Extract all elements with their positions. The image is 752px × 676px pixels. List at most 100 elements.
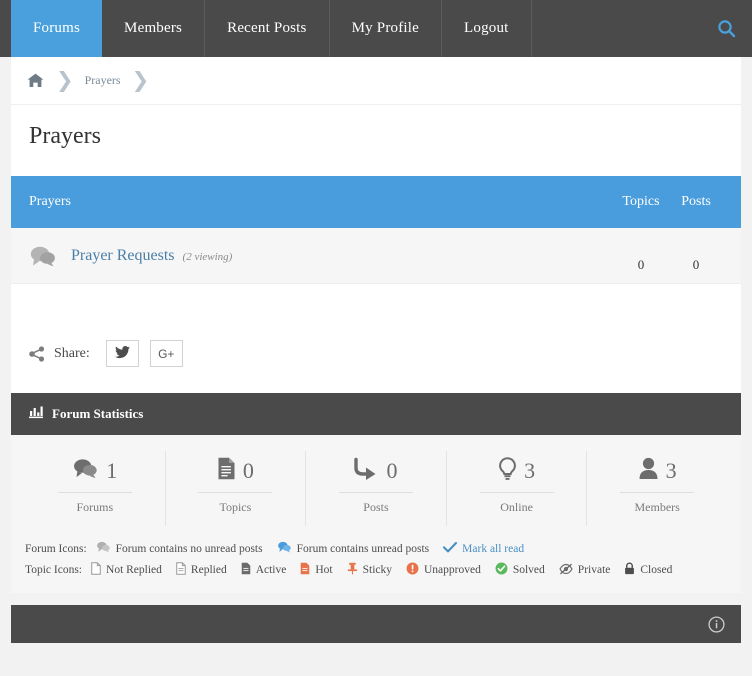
page-footer (11, 605, 741, 643)
forum-statistics-body: 1 Forums 0 Topics 0 Posts 3 Online 3 Mem… (11, 435, 741, 534)
forum-link-prayer-requests[interactable]: Prayer Requests (71, 247, 175, 265)
forum-page: Forums Members Recent Posts My Profile L… (0, 0, 752, 676)
main-navigation: Forums Members Recent Posts My Profile L… (0, 0, 752, 57)
legend-closed: Closed (624, 562, 672, 578)
table-row[interactable]: Prayer Requests (2 viewing) 0 0 (11, 228, 741, 284)
stat-posts-value: 0 (386, 458, 398, 483)
search-button[interactable] (700, 0, 752, 57)
legend-hot: Hot (300, 562, 333, 578)
google-plus-share-button[interactable]: G+ (149, 340, 183, 367)
nav-item-logout[interactable]: Logout (442, 0, 532, 57)
breadcrumb-separator-icon: ❯ (56, 69, 74, 92)
stat-posts: 0 Posts (306, 451, 447, 526)
private-icon (559, 563, 573, 578)
active-icon (241, 562, 251, 578)
stat-topics-value: 0 (242, 458, 254, 483)
online-icon (498, 456, 517, 486)
breadcrumb: ❯ Prayers ❯ (11, 57, 741, 105)
forum-table-header: Prayers Topics Posts (11, 176, 741, 228)
closed-icon (624, 562, 635, 578)
info-circle-icon[interactable] (708, 615, 725, 633)
bar-chart-icon (29, 406, 43, 423)
nav-label: Members (124, 20, 183, 36)
hot-icon (300, 562, 310, 578)
members-icon (638, 457, 659, 485)
stat-forums-top: 1 (25, 455, 165, 487)
stat-online-top: 3 (447, 455, 587, 487)
forum-viewing-count: (2 viewing) (182, 250, 233, 263)
nav-item-forums[interactable]: Forums (11, 0, 103, 57)
forum-statistics-header: Forum Statistics (11, 393, 741, 435)
posts-icon (354, 457, 379, 485)
stat-online: 3 Online (447, 451, 588, 526)
legend-sticky-label: Sticky (362, 564, 392, 576)
replied-icon (176, 562, 186, 578)
legend-replied-label: Replied (190, 564, 227, 576)
topic-icons-legend: Topic Icons: Not Replied Replied Active … (25, 559, 727, 581)
nav-label: My Profile (351, 20, 420, 36)
stat-posts-label: Posts (338, 492, 413, 515)
check-icon (443, 541, 458, 556)
not-replied-icon (91, 562, 101, 578)
forum-table: Prayers Topics Posts Prayer Requests (2 … (11, 176, 741, 320)
stat-forums-value: 1 (106, 458, 118, 483)
search-icon (717, 19, 736, 38)
legend-not-replied-label: Not Replied (106, 564, 162, 576)
share-section: Share: G+ (11, 320, 741, 393)
breadcrumb-separator-icon-2: ❯ (131, 69, 150, 92)
column-header-posts: Posts (681, 194, 711, 209)
forum-posts-count: 0 (692, 256, 700, 272)
page-title: Prayers (29, 123, 101, 149)
topic-icons-label: Topic Icons: (25, 564, 83, 576)
stat-forums: 1 Forums (25, 451, 166, 526)
page-title-wrap: Prayers (11, 105, 741, 176)
stat-members-value: 3 (665, 458, 677, 483)
stat-members-top: 3 (587, 455, 727, 487)
forum-topics-count: 0 (637, 256, 645, 272)
legend-closed-label: Closed (640, 564, 673, 576)
forum-icons-legend: Forum Icons: Forum contains no unread po… (25, 538, 727, 559)
legend-not-replied: Not Replied (91, 562, 162, 578)
forums-icon (72, 458, 99, 484)
statistics-row: 1 Forums 0 Topics 0 Posts 3 Online 3 Mem… (25, 451, 727, 526)
mark-all-read-button[interactable]: Mark all read (443, 541, 525, 556)
nav-item-recent-posts[interactable]: Recent Posts (205, 0, 330, 57)
nav-label: Forums (33, 20, 81, 36)
forum-table-footer (11, 284, 741, 320)
topics-icon (217, 457, 236, 485)
forum-no-unread-icon (96, 541, 111, 556)
icon-legend: Forum Icons: Forum contains no unread po… (11, 534, 741, 593)
twitter-share-button[interactable] (105, 340, 139, 367)
stat-online-value: 3 (524, 458, 536, 483)
forum-icons-label: Forum Icons: (25, 542, 87, 555)
forum-table-header-title: Prayers (29, 194, 71, 209)
mark-all-read-label: Mark all read (462, 542, 525, 555)
legend-active-label: Active (255, 564, 287, 576)
unapproved-icon (406, 562, 419, 578)
legend-unapproved: Unapproved (406, 562, 481, 578)
home-icon[interactable] (21, 73, 52, 88)
nav-item-members[interactable]: Members (102, 0, 206, 57)
stat-members-label: Members (620, 492, 695, 515)
nav-item-my-profile[interactable]: My Profile (330, 0, 443, 57)
breadcrumb-item-prayers[interactable]: Prayers (78, 73, 128, 88)
legend-private: Private (559, 563, 610, 578)
stat-topics-top: 0 (166, 455, 306, 487)
legend-replied: Replied (176, 562, 227, 578)
stat-posts-top: 0 (306, 455, 446, 487)
legend-forum-no-unread-label: Forum contains no unread posts (115, 542, 263, 555)
legend-active: Active (241, 562, 287, 578)
column-header-topics: Topics (622, 194, 660, 209)
nav-label: Recent Posts (227, 20, 307, 36)
stat-topics-label: Topics (198, 492, 273, 515)
legend-forum-unread-label: Forum contains unread posts (296, 542, 430, 555)
legend-solved: Solved (495, 562, 545, 578)
page-header-card: ❯ Prayers ❯ Prayers (11, 57, 741, 176)
legend-solved-label: Solved (512, 564, 545, 576)
legend-forum-no-unread: Forum contains no unread posts (96, 541, 263, 556)
stat-topics: 0 Topics (166, 451, 307, 526)
legend-hot-label: Hot (315, 564, 333, 576)
sticky-icon (347, 562, 358, 578)
legend-sticky: Sticky (347, 562, 392, 578)
